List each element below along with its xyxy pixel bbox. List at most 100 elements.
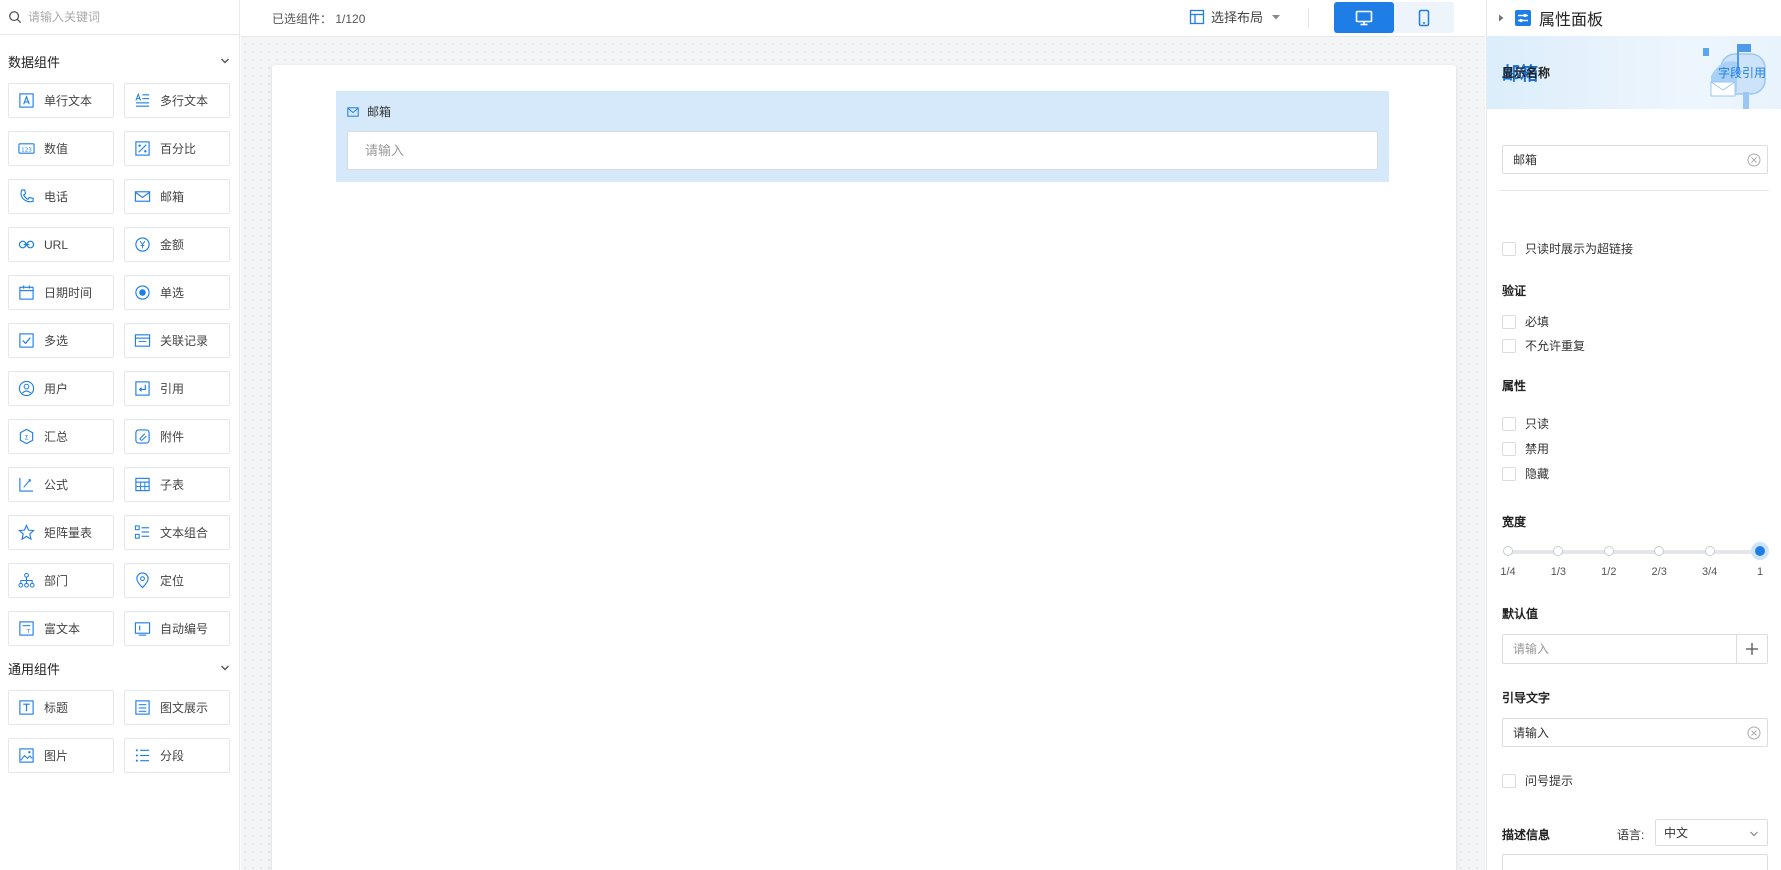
- chevron-down-icon: [221, 58, 229, 64]
- component-item[interactable]: 附件: [124, 419, 230, 454]
- component-label: 金额: [160, 238, 185, 252]
- chevron-down-icon: [221, 665, 229, 671]
- width-slider[interactable]: [1503, 542, 1769, 560]
- component-item[interactable]: T 富文本: [8, 611, 114, 646]
- checkbox[interactable]: [1502, 466, 1516, 481]
- component-item[interactable]: 电话: [8, 179, 114, 214]
- field-reference-link[interactable]: 字段引用: [1718, 64, 1766, 81]
- hidden-option-label: 隐藏: [1525, 467, 1550, 481]
- text-combo-icon: [132, 523, 152, 543]
- component-item[interactable]: 自动编号: [124, 611, 230, 646]
- clear-icon[interactable]: [1747, 726, 1761, 740]
- component-label: 用户: [44, 382, 69, 396]
- description-input[interactable]: [1502, 854, 1768, 870]
- layout-select[interactable]: 选择布局: [1189, 7, 1281, 26]
- component-label: 公式: [44, 478, 69, 492]
- email-field-input[interactable]: [347, 131, 1378, 170]
- checkbox[interactable]: [1502, 338, 1516, 353]
- readonly-option-label: 只读: [1525, 417, 1550, 431]
- currency-yen-icon: [132, 235, 152, 255]
- desktop-view-button[interactable]: [1334, 2, 1394, 33]
- component-item[interactable]: 多选: [8, 323, 114, 358]
- properties-label: 属性: [1502, 379, 1527, 393]
- component-item[interactable]: 分段: [124, 738, 230, 773]
- component-item[interactable]: 引用: [124, 371, 230, 406]
- hidden-option[interactable]: 隐藏: [1502, 465, 1549, 482]
- number-icon: 123: [16, 139, 36, 159]
- link-icon: [16, 235, 36, 255]
- group-header-data[interactable]: 数据组件: [0, 49, 239, 73]
- disabled-option-label: 禁用: [1525, 442, 1550, 456]
- search-input[interactable]: [28, 10, 228, 24]
- property-panel-title: 属性面板: [1539, 12, 1604, 29]
- component-label: URL: [44, 237, 69, 252]
- slider-stop[interactable]: [1553, 546, 1564, 556]
- validation-label: 验证: [1502, 284, 1527, 298]
- selected-field-email[interactable]: 邮箱: [336, 91, 1389, 182]
- group-title: 数据组件: [8, 54, 61, 70]
- slider-stop[interactable]: [1603, 546, 1614, 556]
- width-tick-label: 1/4: [1500, 566, 1516, 578]
- required-option[interactable]: 必填: [1502, 313, 1549, 330]
- component-item[interactable]: 标题: [8, 690, 114, 725]
- checkbox[interactable]: [1502, 241, 1516, 256]
- question-tip-option[interactable]: 问号提示: [1502, 772, 1573, 789]
- checkbox[interactable]: [1502, 441, 1516, 456]
- component-item[interactable]: 邮箱: [124, 179, 230, 214]
- component-item[interactable]: 用户: [8, 371, 114, 406]
- component-item[interactable]: Σ 汇总: [8, 419, 114, 454]
- add-default-value-button[interactable]: [1737, 634, 1768, 664]
- field-label: 邮箱: [347, 103, 391, 120]
- component-item[interactable]: 多行文本: [124, 83, 230, 118]
- component-item[interactable]: 子表: [124, 467, 230, 502]
- component-sidebar: 数据组件 单行文本 多行文本 123 数值 百分比电话 邮箱 URL 金额日期时间 单选多选 关联…: [0, 0, 240, 870]
- component-item[interactable]: 单选: [124, 275, 230, 310]
- component-item[interactable]: 图文展示: [124, 690, 230, 725]
- default-value-input[interactable]: [1513, 642, 1693, 656]
- component-item[interactable]: 图片: [8, 738, 114, 773]
- component-item[interactable]: 123 数值: [8, 131, 114, 166]
- mail-icon: [132, 187, 152, 207]
- image-icon: [16, 746, 36, 766]
- component-item[interactable]: 日期时间: [8, 275, 114, 310]
- no-duplicate-option[interactable]: 不允许重复: [1502, 337, 1585, 354]
- component-item[interactable]: 百分比: [124, 131, 230, 166]
- hint-text-input[interactable]: [1513, 725, 1733, 740]
- component-label: 单选: [160, 286, 185, 300]
- component-item[interactable]: 定位: [124, 563, 230, 598]
- component-item[interactable]: 文本组合: [124, 515, 230, 550]
- component-item[interactable]: 单行文本: [8, 83, 114, 118]
- group-header-general[interactable]: 通用组件: [0, 656, 239, 680]
- required-option-label: 必填: [1525, 315, 1550, 329]
- hyperlink-option[interactable]: 只读时展示为超链接: [1502, 240, 1633, 257]
- display-name-input[interactable]: [1513, 152, 1733, 167]
- readonly-option[interactable]: 只读: [1502, 415, 1549, 432]
- component-label: 百分比: [160, 142, 197, 156]
- chevron-down-icon: [1750, 831, 1758, 837]
- slider-stop[interactable]: [1654, 546, 1665, 556]
- language-select[interactable]: 中文: [1655, 819, 1768, 846]
- mobile-view-button[interactable]: [1394, 2, 1454, 33]
- component-item[interactable]: 金额: [124, 227, 230, 262]
- group-title: 通用组件: [8, 661, 61, 677]
- slider-stop[interactable]: [1503, 546, 1513, 556]
- component-item[interactable]: URL: [8, 227, 114, 262]
- component-item[interactable]: 矩阵量表: [8, 515, 114, 550]
- disabled-option[interactable]: 禁用: [1502, 440, 1549, 457]
- component-label: 子表: [160, 478, 185, 492]
- checkbox[interactable]: [1502, 773, 1516, 788]
- designer-toolbar: 已选组件： 1/120 选择布局: [241, 0, 1485, 37]
- slider-thumb[interactable]: [1751, 542, 1769, 560]
- slider-stop[interactable]: [1704, 546, 1715, 556]
- checkbox[interactable]: [1502, 314, 1516, 329]
- calendar-icon: [16, 283, 36, 303]
- component-label: 邮箱: [160, 190, 185, 204]
- clear-icon[interactable]: [1747, 153, 1761, 167]
- checkbox[interactable]: [1502, 416, 1516, 431]
- component-label: 日期时间: [44, 286, 93, 300]
- component-item[interactable]: 部门: [8, 563, 114, 598]
- component-item[interactable]: 公式: [8, 467, 114, 502]
- component-item[interactable]: 关联记录: [124, 323, 230, 358]
- property-panel: 属性面板 邮箱 显示名称 字段引用 只读时展示为超链接 验证 必填 不允许重复: [1486, 0, 1781, 870]
- caret-right-icon[interactable]: [1497, 14, 1505, 22]
